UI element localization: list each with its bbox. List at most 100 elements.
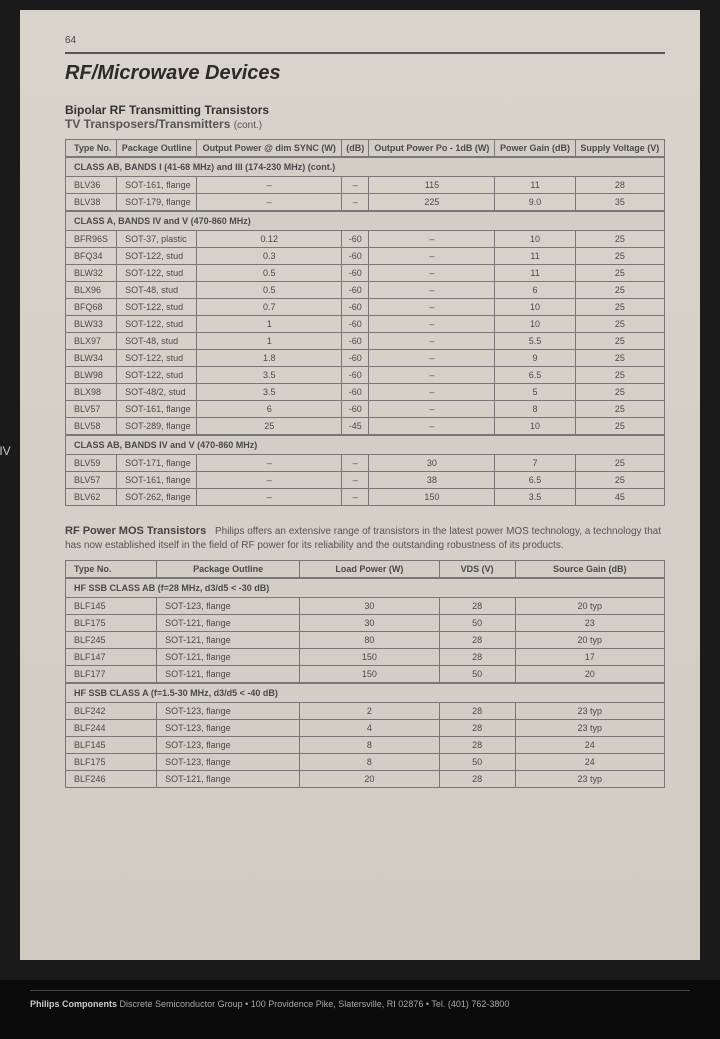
cell: BLF245 [66, 632, 157, 649]
cell: – [197, 177, 342, 194]
cell: – [369, 265, 495, 282]
cell: 25 [575, 367, 664, 384]
cell: BLV57 [66, 472, 117, 489]
cell: 9 [495, 350, 575, 367]
cell: BFR96S [66, 231, 117, 248]
cell: 25 [575, 418, 664, 436]
cell: 150 [369, 489, 495, 506]
cell: -60 [342, 367, 369, 384]
cell: SOT-123, flange [157, 703, 300, 720]
rule [65, 52, 665, 54]
cell: 10 [495, 316, 575, 333]
page: IV 64 RF/Microwave Devices Bipolar RF Tr… [20, 10, 700, 960]
table-row: BLF147SOT-121, flange1502817 [66, 649, 665, 666]
cell: SOT-122, stud [117, 350, 197, 367]
cell: BLW33 [66, 316, 117, 333]
cell: 2 [300, 703, 439, 720]
cell: SOT-123, flange [157, 598, 300, 615]
cell: 6.5 [495, 367, 575, 384]
cell: -45 [342, 418, 369, 436]
cell: BLF147 [66, 649, 157, 666]
cell: BLV62 [66, 489, 117, 506]
cell: 0.7 [197, 299, 342, 316]
cell: SOT-123, flange [157, 737, 300, 754]
cell: – [369, 231, 495, 248]
cell: SOT-121, flange [157, 632, 300, 649]
cell: 5.5 [495, 333, 575, 350]
cell: 3.5 [197, 367, 342, 384]
cell: -60 [342, 316, 369, 333]
table-row: BLV57SOT-161, flange––386.525 [66, 472, 665, 489]
section-label: CLASS AB, BANDS IV and V (470-860 MHz) [66, 435, 665, 455]
cell: 150 [300, 649, 439, 666]
table-row: BFQ68SOT-122, stud0.7-60–1025 [66, 299, 665, 316]
cell: 25 [575, 401, 664, 418]
cell: – [369, 350, 495, 367]
cell: 20 [515, 666, 664, 684]
cell: 30 [300, 615, 439, 632]
th: Package Outline [157, 561, 300, 579]
cell: 1 [197, 316, 342, 333]
table-row: BLW33SOT-122, stud1-60–1025 [66, 316, 665, 333]
main-title: RF/Microwave Devices [65, 62, 665, 85]
cell: 50 [439, 666, 515, 684]
cell: – [342, 194, 369, 212]
table-header-row: Type No. Package Outline Load Power (W) … [66, 561, 665, 579]
cell: 24 [515, 754, 664, 771]
section-label: HF SSB CLASS A (f=1.5-30 MHz, d3/d5 < -4… [66, 683, 665, 703]
cell: 11 [495, 248, 575, 265]
cell: SOT-122, stud [117, 316, 197, 333]
cell: 28 [439, 703, 515, 720]
cell: BLF145 [66, 598, 157, 615]
table-row: BLF245SOT-121, flange802820 typ [66, 632, 665, 649]
cell: 5 [495, 384, 575, 401]
table-row: BLF145SOT-123, flange82824 [66, 737, 665, 754]
th: Supply Voltage (V) [575, 140, 664, 158]
cell: – [369, 333, 495, 350]
cell: 6 [495, 282, 575, 299]
cell: BLF175 [66, 615, 157, 632]
table-row: BLV59SOT-171, flange––30725 [66, 455, 665, 472]
cell: BLW98 [66, 367, 117, 384]
cell: 8 [495, 401, 575, 418]
table-row: BLV58SOT-289, flange25-45–1025 [66, 418, 665, 436]
cell: BLF175 [66, 754, 157, 771]
cell: – [197, 194, 342, 212]
section-label: CLASS AB, BANDS I (41-68 MHz) and III (1… [66, 157, 665, 177]
cell: SOT-161, flange [117, 177, 197, 194]
cell: 9.0 [495, 194, 575, 212]
table-row: BFQ34SOT-122, stud0.3-60–1125 [66, 248, 665, 265]
cell: 30 [300, 598, 439, 615]
th: Output Power @ dim SYNC (W) [197, 140, 342, 158]
cell: 10 [495, 299, 575, 316]
cell: 20 typ [515, 632, 664, 649]
cell: SOT-179, flange [117, 194, 197, 212]
cell: BLX97 [66, 333, 117, 350]
cell: 25 [575, 248, 664, 265]
cell: 10 [495, 418, 575, 436]
th: Source Gain (dB) [515, 561, 664, 579]
section1-title: Bipolar RF Transmitting Transistors [65, 103, 665, 117]
table-row: BLF175SOT-121, flange305023 [66, 615, 665, 632]
section-row: CLASS AB, BANDS IV and V (470-860 MHz) [66, 435, 665, 455]
cell: – [369, 316, 495, 333]
cell: BFQ34 [66, 248, 117, 265]
cell: 0.3 [197, 248, 342, 265]
th: Type No. [66, 561, 157, 579]
section2-lead: RF Power MOS Transistors [65, 525, 206, 537]
cell: BLV38 [66, 194, 117, 212]
cell: 11 [495, 265, 575, 282]
cell: – [342, 455, 369, 472]
table-row: BLV62SOT-262, flange––1503.545 [66, 489, 665, 506]
cell: SOT-48/2, stud [117, 384, 197, 401]
cell: 35 [575, 194, 664, 212]
cell: 3.5 [197, 384, 342, 401]
table-row: BLF175SOT-123, flange85024 [66, 754, 665, 771]
cell: 0.12 [197, 231, 342, 248]
cell: 10 [495, 231, 575, 248]
footer: Philips Components Discrete Semiconducto… [0, 980, 720, 1039]
cell: 4 [300, 720, 439, 737]
cell: SOT-122, stud [117, 265, 197, 282]
th: (dB) [342, 140, 369, 158]
cell: 28 [439, 649, 515, 666]
